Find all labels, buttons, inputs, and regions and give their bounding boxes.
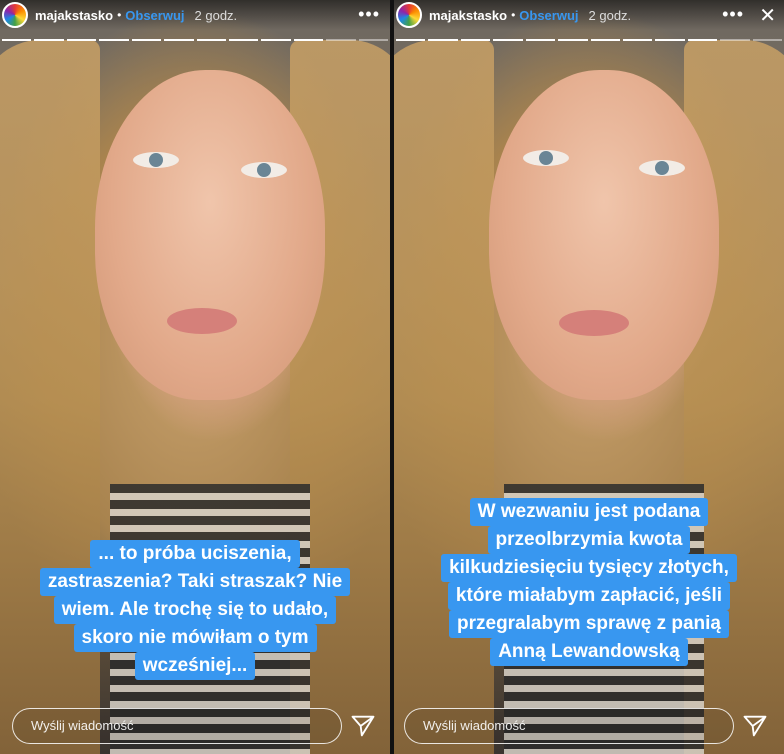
caption-line: Anną Lewandowską bbox=[490, 638, 688, 666]
caption-line: ... to próba uciszenia, bbox=[90, 540, 300, 568]
close-icon[interactable]: ✕ bbox=[759, 3, 776, 28]
caption-line: kilkudziesięciu tysięcy złotych, bbox=[441, 554, 737, 582]
story-progress-bar bbox=[2, 39, 389, 42]
caption-line: skoro nie mówiłam o tym bbox=[73, 624, 317, 652]
story-header: majakstasko • Obserwuj 2 godz. ••• bbox=[0, 0, 390, 30]
face-photo bbox=[489, 70, 719, 400]
caption-line: które miałabym zapłacić, jeśli bbox=[447, 582, 731, 610]
caption-line: wiem. Ale trochę się to udało, bbox=[53, 596, 337, 624]
caption-line: przeolbrzymia kwota bbox=[487, 526, 691, 554]
post-time: 2 godz. bbox=[194, 7, 238, 23]
caption-line: wcześniej... bbox=[134, 652, 256, 680]
more-options-icon[interactable]: ••• bbox=[358, 4, 380, 25]
story-panel-right[interactable]: majakstasko • Obserwuj 2 godz. ••• ✕ W w… bbox=[394, 0, 784, 754]
follow-button[interactable]: Obserwuj bbox=[519, 8, 578, 23]
caption-line: zastraszenia? Taki straszak? Nie bbox=[39, 568, 351, 596]
send-icon[interactable] bbox=[349, 712, 377, 740]
face-photo bbox=[95, 70, 325, 400]
story-header: majakstasko • Obserwuj 2 godz. ••• ✕ bbox=[394, 0, 784, 30]
reply-input[interactable]: Wyślij wiadomość bbox=[12, 708, 342, 744]
story-caption: ... to próba uciszenia, zastraszenia? Ta… bbox=[6, 540, 384, 680]
follow-button[interactable]: Obserwuj bbox=[125, 8, 184, 23]
story-caption: W wezwaniu jest podana przeolbrzymia kwo… bbox=[400, 498, 778, 666]
send-icon[interactable] bbox=[741, 712, 769, 740]
story-progress-bar bbox=[396, 39, 783, 42]
username[interactable]: majakstasko bbox=[35, 8, 113, 23]
profile-avatar[interactable] bbox=[2, 2, 28, 28]
profile-avatar[interactable] bbox=[396, 2, 422, 28]
more-options-icon[interactable]: ••• bbox=[722, 4, 744, 25]
caption-line: W wezwaniu jest podana bbox=[469, 498, 709, 526]
reply-input[interactable]: Wyślij wiadomość bbox=[404, 708, 734, 744]
post-time: 2 godz. bbox=[588, 7, 632, 23]
username[interactable]: majakstasko bbox=[429, 8, 507, 23]
caption-line: przegralabym sprawę z panią bbox=[449, 610, 729, 638]
story-panel-left[interactable]: majakstasko • Obserwuj 2 godz. ••• ... t… bbox=[0, 0, 390, 754]
